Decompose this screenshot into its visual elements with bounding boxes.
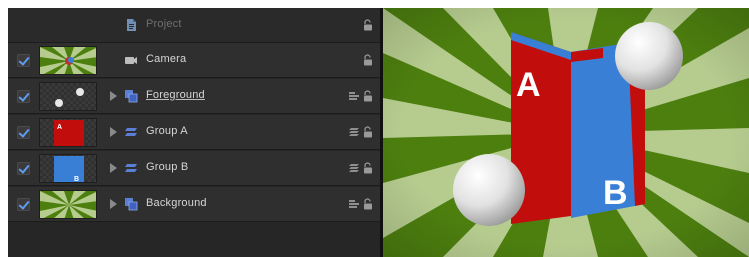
layer-thumbnail-camera (39, 46, 97, 75)
layer-name: Background (146, 197, 207, 209)
layer-row-group-a[interactable]: A Group A (8, 115, 380, 150)
disclosure-triangle[interactable] (110, 127, 117, 137)
disclosure-triangle[interactable] (110, 91, 117, 101)
card-a-letter: A (516, 66, 541, 104)
3d-group-icon (124, 125, 138, 139)
3d-group-icon (124, 161, 138, 175)
thumb-letter-b: B (74, 176, 79, 183)
lock-icon[interactable] (363, 198, 373, 210)
layer-row-background[interactable]: Background (8, 187, 380, 222)
camera-icon (124, 53, 138, 67)
card-b-letter: B (603, 174, 628, 212)
visibility-checkbox[interactable] (17, 126, 30, 139)
blend-mode-icon[interactable] (349, 127, 359, 137)
layer-thumbnail-foreground (39, 82, 97, 111)
lock-icon[interactable] (363, 126, 373, 138)
group-icon (124, 197, 138, 211)
visibility-checkbox[interactable] (17, 54, 30, 67)
layer-thumbnail-group-b: B (39, 154, 97, 183)
sphere-bottom-left (453, 154, 525, 226)
lock-icon[interactable] (363, 54, 373, 66)
visibility-checkbox[interactable] (17, 90, 30, 103)
canvas-viewer[interactable]: A B (383, 8, 749, 257)
visibility-checkbox[interactable] (17, 162, 30, 175)
blend-mode-icon[interactable] (349, 163, 359, 173)
blend-mode-icon[interactable] (349, 91, 359, 101)
layers-panel: Project Camera Foreground A Group A B Gr… (8, 8, 380, 257)
thumb-letter-a: A (57, 124, 62, 131)
layer-row-foreground[interactable]: Foreground (8, 79, 380, 114)
lock-icon[interactable] (363, 162, 373, 174)
layer-name: Camera (146, 53, 187, 65)
layer-row-group-b[interactable]: B Group B (8, 151, 380, 186)
layer-name: Group B (146, 161, 189, 173)
layer-name: Foreground (146, 89, 205, 101)
sphere-top-right (615, 22, 683, 90)
blend-mode-icon[interactable] (349, 199, 359, 209)
disclosure-triangle[interactable] (110, 199, 117, 209)
disclosure-triangle[interactable] (110, 163, 117, 173)
layer-row-camera[interactable]: Camera (8, 43, 380, 78)
visibility-checkbox[interactable] (17, 198, 30, 211)
layer-thumbnail-group-a: A (39, 118, 97, 147)
group-icon (124, 89, 138, 103)
project-row[interactable]: Project (8, 8, 380, 43)
empty-layer-area (8, 222, 380, 257)
layer-thumbnail-background (39, 190, 97, 219)
lock-icon[interactable] (363, 90, 373, 102)
lock-icon[interactable] (363, 19, 373, 31)
project-label: Project (146, 18, 182, 30)
project-icon (124, 18, 138, 32)
layer-name: Group A (146, 125, 188, 137)
